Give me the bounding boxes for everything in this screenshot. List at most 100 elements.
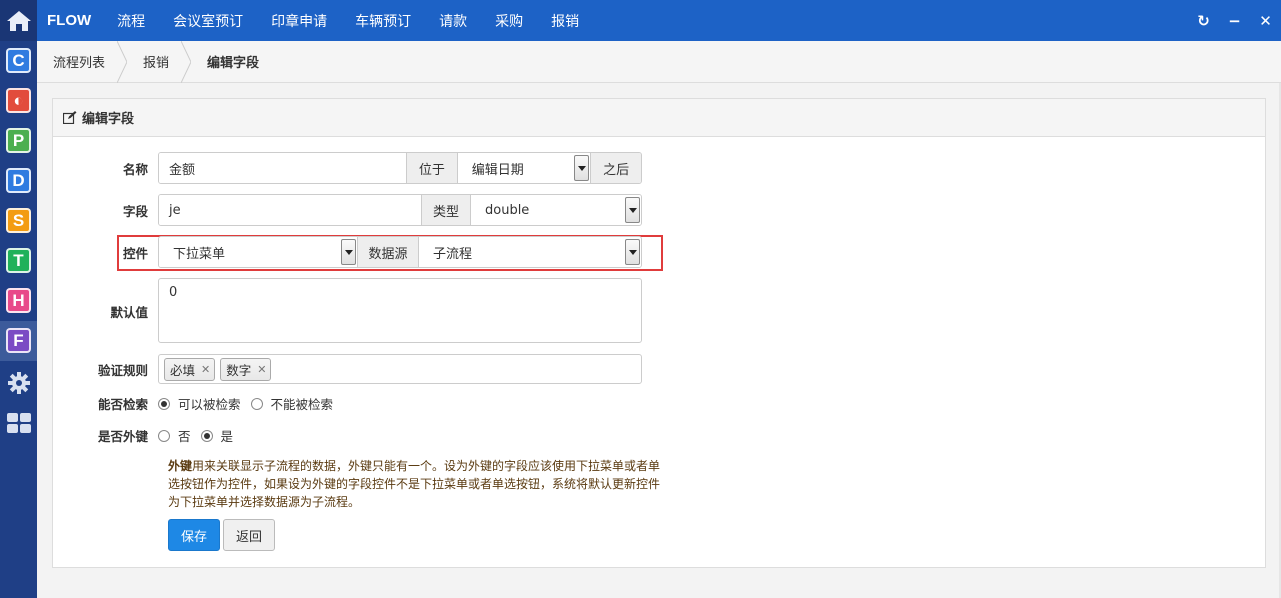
- radio-selected[interactable]: [200, 429, 213, 442]
- dock-app-slot[interactable]: P: [0, 121, 37, 161]
- home-button[interactable]: [0, 0, 37, 41]
- remove-tag-icon[interactable]: ✕: [257, 363, 266, 376]
- dock-app-slot[interactable]: S: [0, 201, 37, 241]
- refresh-icon[interactable]: ↻: [1188, 12, 1219, 30]
- app-f-icon: F: [6, 328, 31, 353]
- breadcrumb-item-current: 编辑字段: [191, 41, 281, 83]
- breadcrumb-item-flow-list[interactable]: 流程列表: [37, 40, 128, 83]
- type-select-value: double: [485, 202, 530, 218]
- default-label: 默认值: [110, 305, 148, 320]
- minimize-icon[interactable]: −: [1219, 12, 1250, 30]
- app-t-icon: T: [6, 248, 31, 273]
- name-row: 名称 金额 位于 编辑日期 之后: [53, 152, 642, 184]
- radio-unselected[interactable]: [250, 397, 263, 410]
- field-row: 字段 je 类型 double: [53, 194, 642, 226]
- breadcrumb-label: 编辑字段: [207, 56, 260, 71]
- type-select[interactable]: double: [471, 195, 641, 225]
- control-select[interactable]: 下拉菜单: [159, 237, 357, 267]
- searchable-option-yes[interactable]: 可以被检索: [158, 394, 241, 413]
- chevron-down-icon: [574, 155, 590, 181]
- breadcrumb-separator: [181, 40, 192, 83]
- option-label: 是: [220, 429, 234, 444]
- help-text-body: 用来关联显示子流程的数据，外键只能有一个。设为外键的字段应该使用下拉菜单或者单选…: [168, 459, 661, 509]
- chevron-down-icon: [625, 197, 640, 223]
- datasource-select[interactable]: 子流程: [419, 237, 641, 267]
- field-input-group: je 类型 double: [158, 194, 642, 226]
- help-text-bold: 外键: [168, 459, 193, 473]
- breadcrumb: 流程列表 报销 编辑字段: [37, 40, 1281, 83]
- searchable-row: 能否检索 可以被检索 不能被检索: [53, 394, 343, 413]
- validation-tag: 数字 ✕: [220, 357, 272, 381]
- settings-icon: [7, 372, 30, 394]
- tag-label: 数字: [226, 362, 252, 378]
- foreign-key-option-no[interactable]: 否: [158, 426, 191, 445]
- nav-item-payment-request[interactable]: 请款: [425, 11, 481, 31]
- breadcrumb-separator: [117, 40, 128, 83]
- close-icon[interactable]: ✕: [1250, 12, 1281, 30]
- datasource-addon: 数据源: [357, 237, 419, 267]
- after-addon: 之后: [590, 153, 641, 183]
- radio-selected[interactable]: [158, 397, 170, 410]
- name-label: 名称: [122, 161, 148, 177]
- app-d-icon: D: [6, 168, 31, 193]
- foreign-key-help-text: 外键用来关联显示子流程的数据，外键只能有一个。设为外键的字段应该使用下拉菜单或者…: [168, 457, 668, 511]
- dock-app-slot[interactable]: D: [0, 161, 37, 201]
- option-label: 不能被检索: [270, 397, 334, 412]
- dock-app-slot[interactable]: ◐: [0, 81, 37, 121]
- nav-item-meeting-room[interactable]: 会议室预订: [159, 11, 257, 31]
- validation-label: 验证规则: [97, 362, 148, 378]
- option-label: 否: [178, 429, 191, 444]
- save-button[interactable]: 保存: [168, 519, 220, 551]
- option-label: 可以被检索: [178, 397, 241, 412]
- remove-tag-icon[interactable]: ✕: [201, 363, 210, 376]
- dock-app-slot[interactable]: F: [0, 321, 37, 361]
- position-select-value: 编辑日期: [471, 162, 524, 178]
- default-value-textarea[interactable]: 0: [158, 278, 642, 343]
- window-controls: ↻ − ✕: [1188, 0, 1281, 41]
- position-addon: 位于: [405, 153, 458, 183]
- foreign-key-row: 是否外键 否 是: [53, 426, 243, 445]
- position-select[interactable]: 编辑日期: [457, 153, 591, 183]
- tag-label: 必填: [170, 362, 196, 378]
- edit-icon: [63, 111, 77, 124]
- validation-row: 验证规则 必填 ✕ 数字 ✕: [53, 354, 642, 384]
- panel-title: 编辑字段: [82, 112, 135, 127]
- panel-header: 编辑字段: [53, 99, 1265, 137]
- dock-app-slot[interactable]: C: [0, 41, 37, 81]
- validation-tag: 必填 ✕: [164, 357, 216, 381]
- foreign-key-option-yes[interactable]: 是: [200, 426, 234, 445]
- dock-app-slot[interactable]: H: [0, 281, 37, 321]
- chevron-down-icon: [625, 239, 640, 265]
- field-label: 字段: [122, 203, 148, 219]
- app-c-icon: C: [6, 48, 31, 73]
- edit-field-panel: 编辑字段 名称 金额 位于 编辑日期 之后 字段 je 类型 double 控件: [52, 98, 1266, 568]
- app-s-icon: S: [6, 208, 31, 233]
- field-input[interactable]: je: [159, 195, 421, 225]
- control-input-group: 下拉菜单 数据源 子流程: [158, 236, 642, 268]
- home-icon: [6, 10, 31, 31]
- dock-app-slot[interactable]: T: [0, 241, 37, 281]
- nav-item-liucheng[interactable]: 流程: [103, 11, 159, 31]
- searchable-option-no[interactable]: 不能被检索: [250, 394, 334, 413]
- nav-item-vehicle[interactable]: 车辆预订: [341, 11, 425, 31]
- grid-button[interactable]: [0, 403, 37, 443]
- app-p-icon: P: [6, 128, 31, 153]
- app-h-icon: H: [6, 288, 31, 313]
- nav-item-purchase[interactable]: 采购: [481, 11, 537, 31]
- default-row: 默认值 0: [53, 278, 642, 343]
- name-input[interactable]: 金额: [159, 153, 406, 183]
- type-addon: 类型: [421, 195, 471, 225]
- breadcrumb-item-reimbursement[interactable]: 报销: [127, 40, 192, 83]
- searchable-label: 能否检索: [97, 397, 148, 412]
- control-row: 控件 下拉菜单 数据源 子流程: [53, 236, 642, 268]
- nav-item-seal-request[interactable]: 印章申请: [257, 11, 341, 31]
- nav-item-reimbursement[interactable]: 报销: [537, 11, 593, 31]
- grid-icon: [6, 413, 31, 433]
- brand-logo[interactable]: FLOW: [37, 12, 103, 29]
- back-button[interactable]: 返回: [223, 519, 275, 551]
- radio-unselected[interactable]: [158, 429, 170, 442]
- app-dock: C ◐ P D S T H F: [0, 0, 37, 598]
- settings-button[interactable]: [0, 363, 37, 403]
- validation-tags-input[interactable]: 必填 ✕ 数字 ✕: [158, 354, 642, 384]
- breadcrumb-label: 报销: [143, 56, 170, 71]
